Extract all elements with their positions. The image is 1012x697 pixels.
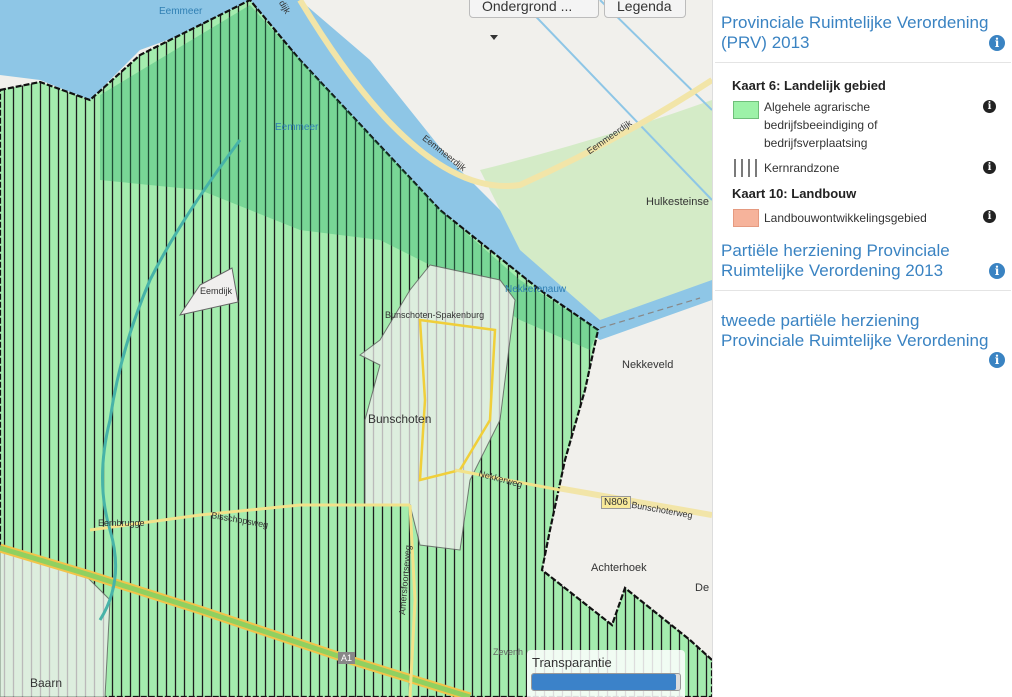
info-icon-partiele-herziening[interactable]: i bbox=[989, 263, 1005, 279]
info-icon-agrarisch[interactable]: i bbox=[983, 100, 996, 113]
legend-label-landbouw: Landbouwontwikkelingsgebied bbox=[764, 211, 927, 225]
legend-swatch-kernrandzone bbox=[733, 159, 760, 177]
map-label-bunschoten-spakenburg: Bunschoten-Spakenburg bbox=[385, 310, 485, 320]
transparency-slider-fill bbox=[532, 674, 676, 690]
info-icon-tweede-herziening[interactable]: i bbox=[989, 352, 1005, 368]
divider bbox=[715, 290, 1011, 291]
legend-button[interactable]: Legenda bbox=[604, 0, 686, 18]
map-label-nekkerenauw: Nekkerenauw bbox=[505, 284, 567, 295]
section-title-tweede-herziening[interactable]: tweede partiële herziening Provinciale R… bbox=[721, 311, 1006, 351]
basemap-dropdown-button[interactable]: Ondergrond ... bbox=[469, 0, 599, 40]
map-label-a1: A1 bbox=[338, 652, 356, 664]
legend-swatch-landbouw bbox=[733, 209, 759, 227]
map-label-eemdijk: Eemdijk bbox=[200, 286, 233, 296]
chevron-down-icon bbox=[490, 34, 498, 40]
map-label-nekkeveld: Nekkeveld bbox=[622, 359, 674, 371]
map-label-achterhoek: Achterhoek bbox=[591, 562, 647, 574]
legend-label-kernrandzone: Kernrandzone bbox=[764, 161, 840, 175]
legend-label-agrarisch: Algehele agrarische bedrijfsbeeindiging … bbox=[764, 100, 878, 150]
section-title-prv-2013[interactable]: Provinciale Ruimtelijke Verordening (PRV… bbox=[721, 13, 1006, 53]
kaart6-heading: Kaart 6: Landelijk gebied bbox=[732, 78, 886, 93]
legend-panel: Provinciale Ruimtelijke Verordening (PRV… bbox=[712, 0, 1012, 697]
map-label-eemmeer: Eemmeer bbox=[159, 6, 203, 17]
info-icon-prv-2013[interactable]: i bbox=[989, 35, 1005, 51]
basemap-dropdown-label: Ondergrond ... bbox=[482, 0, 573, 14]
map-label-bunschoten: Bunschoten bbox=[368, 412, 432, 426]
legend-swatch-agrarisch bbox=[733, 101, 759, 119]
divider bbox=[715, 62, 1011, 63]
transparency-label: Transparantie bbox=[532, 655, 612, 670]
map-label-hulkesteinse: Hulkesteinse bbox=[646, 196, 709, 208]
transparency-control: Transparantie bbox=[527, 650, 685, 697]
map-label-eembrugge: Eembrugge bbox=[98, 518, 145, 528]
map-label-baarn: Baarn bbox=[30, 676, 63, 690]
info-icon-landbouw[interactable]: i bbox=[983, 210, 996, 223]
map-view[interactable]: Ondergrond ... Legenda Eemmeer Eemmeer d… bbox=[0, 0, 712, 697]
map-label-n806: N806 bbox=[601, 496, 631, 509]
map-label-eemmeer-2: Eemmeer bbox=[275, 122, 319, 133]
kaart10-heading: Kaart 10: Landbouw bbox=[732, 186, 857, 201]
map-label-de: De bbox=[695, 582, 710, 594]
section-title-partiele-herziening[interactable]: Partiële herziening Provinciale Ruimteli… bbox=[721, 241, 1006, 281]
info-icon-kernrandzone[interactable]: i bbox=[983, 161, 996, 174]
transparency-slider[interactable] bbox=[531, 673, 681, 691]
map-label-zevenh: Zevenh bbox=[493, 647, 524, 657]
map-canvas[interactable] bbox=[0, 0, 712, 697]
